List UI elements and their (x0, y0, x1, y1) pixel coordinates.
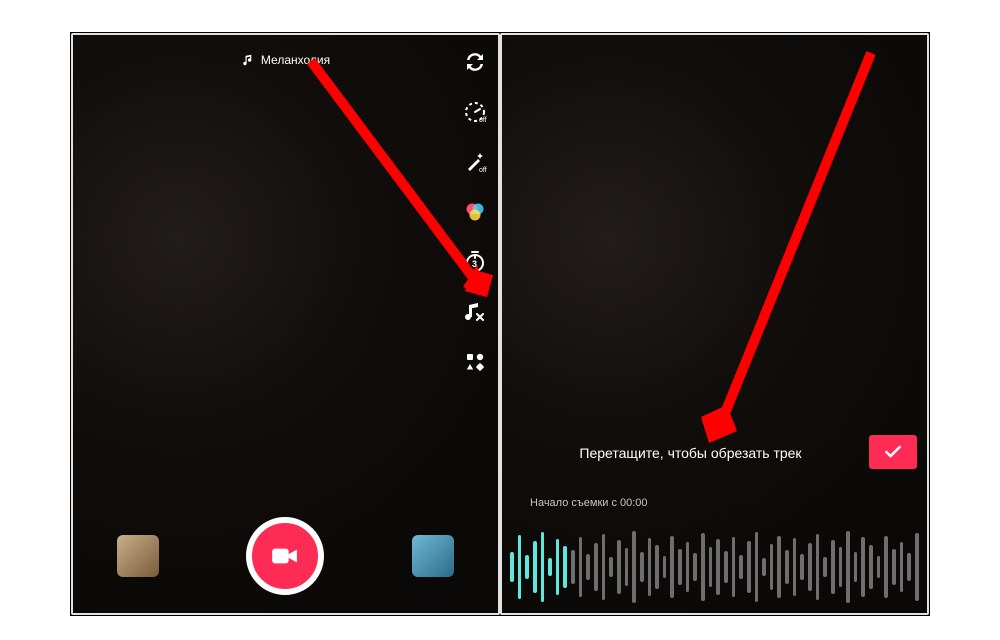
music-note-icon (241, 53, 255, 67)
waveform-bar (701, 533, 705, 601)
svg-text:off: off (479, 117, 487, 124)
flip-icon (463, 50, 487, 74)
selected-sound-label: Меланхолия (261, 53, 330, 67)
sound-cut-icon (463, 300, 487, 324)
waveform-bar (793, 538, 797, 596)
waveform-bar (915, 533, 919, 601)
timer-button[interactable]: 3 (462, 249, 488, 275)
waveform-bar (541, 532, 545, 602)
waveform-bar (625, 548, 629, 586)
waveform-bar (525, 555, 529, 579)
waveform-bar (693, 553, 697, 581)
waveform-bar (617, 540, 621, 594)
filters-icon (463, 200, 487, 224)
selected-sound-chip[interactable]: Меланхолия (241, 53, 330, 67)
waveform-bar (823, 557, 827, 577)
waveform-bar (594, 543, 598, 591)
beauty-button[interactable]: off (462, 149, 488, 175)
speed-button[interactable]: off (462, 99, 488, 125)
waveform-bar (884, 536, 888, 598)
waveform-bar (579, 537, 583, 597)
waveform-bar (747, 541, 751, 593)
waveform-bar (518, 535, 522, 599)
waveform-bar (670, 536, 674, 598)
waveform-bar (846, 531, 850, 603)
filters-button[interactable] (462, 199, 488, 225)
record-button[interactable] (246, 517, 324, 595)
waveform-bar (816, 534, 820, 600)
confirm-trim-button[interactable] (869, 435, 917, 469)
waveform-bar (709, 547, 713, 587)
waveform-scrubber[interactable] (502, 521, 927, 613)
more-tools-button[interactable] (462, 349, 488, 375)
frame: Меланхолия off off 3 (70, 32, 930, 616)
waveform-bar (556, 539, 560, 595)
waveform-bar (632, 531, 636, 603)
magic-wand-icon: off (463, 150, 487, 174)
waveform-bar (663, 556, 667, 578)
trim-instruction-label: Перетащите, чтобы обрезать трек (526, 445, 855, 461)
waveform-bar (808, 543, 812, 591)
waveform-bar (861, 537, 865, 597)
waveform-bar (640, 552, 644, 582)
waveform-bar (716, 539, 720, 595)
side-toolbar: off off 3 (462, 49, 488, 375)
grid-icon (463, 350, 487, 374)
waveform-bar (755, 532, 759, 602)
upload-thumbnail[interactable] (412, 535, 454, 577)
waveform-bar (777, 536, 781, 598)
top-bar: Меланхолия (73, 43, 498, 83)
waveform-bar (510, 552, 514, 582)
waveform-bar (900, 542, 904, 592)
waveform-bar (770, 544, 774, 590)
waveform-bar (586, 554, 590, 580)
waveform-bar (648, 538, 652, 596)
flip-camera-button[interactable] (462, 49, 488, 75)
sound-cut-button[interactable] (462, 299, 488, 325)
waveform-bar (732, 537, 736, 597)
start-time-label: Начало съемки с 00:00 (530, 497, 648, 509)
waveform-bar (686, 542, 690, 592)
svg-text:3: 3 (472, 259, 477, 269)
svg-text:off: off (479, 167, 487, 174)
check-icon (883, 442, 903, 462)
waveform-bar (831, 540, 835, 594)
waveform-bar (655, 545, 659, 589)
waveform-bar (602, 534, 606, 600)
waveform-bar (839, 547, 843, 587)
video-camera-icon (270, 545, 300, 567)
waveform-bar (892, 549, 896, 585)
recording-screen: Меланхолия off off 3 (71, 33, 500, 615)
speed-icon: off (463, 100, 487, 124)
trim-sound-screen: Перетащите, чтобы обрезать трек Начало с… (500, 33, 929, 615)
effects-thumbnail[interactable] (117, 535, 159, 577)
waveform-bar (762, 558, 766, 576)
waveform-bar (800, 554, 804, 580)
timer-icon: 3 (463, 250, 487, 274)
waveform-bar (563, 546, 567, 588)
waveform-bar (877, 556, 881, 578)
waveform-bar (785, 550, 789, 584)
waveform-bar (869, 545, 873, 589)
waveform-bar (854, 552, 858, 582)
waveform-bar (609, 557, 613, 577)
waveform-bar (571, 550, 575, 584)
waveform-bar (533, 541, 537, 593)
waveform-bar (739, 555, 743, 579)
waveform-bar (907, 553, 911, 581)
waveform-bar (724, 551, 728, 583)
bottom-bar (73, 517, 498, 595)
waveform-bar (548, 558, 552, 576)
waveform-bar (678, 549, 682, 585)
